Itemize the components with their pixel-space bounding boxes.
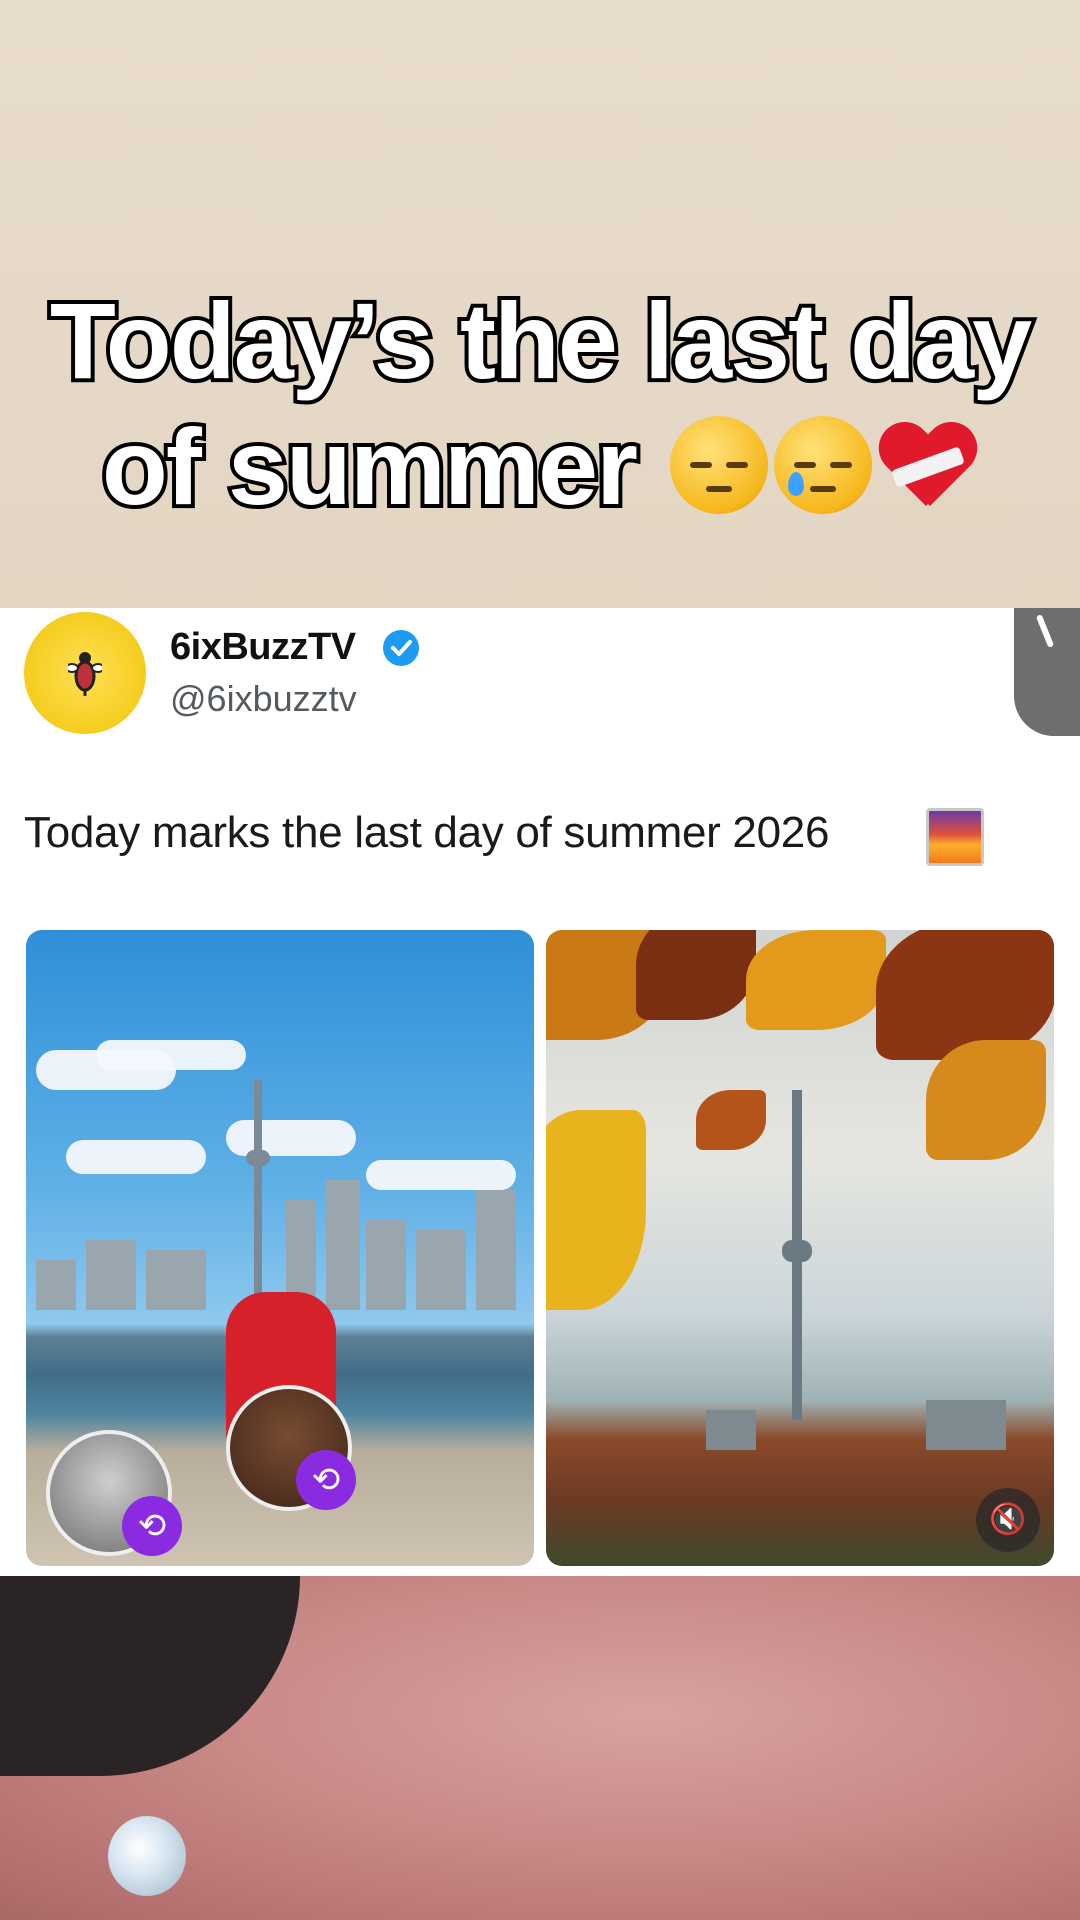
video-caption: Today’s the last day of summer	[20, 276, 1060, 531]
mute-icon[interactable]: 🔇	[976, 1488, 1040, 1552]
toronto-autumn-photo[interactable]: 🔇	[546, 930, 1054, 1566]
pensive-face-icon	[670, 416, 769, 514]
face-holding-back-tears-icon	[774, 416, 873, 514]
repost-icon[interactable]: ⟲	[122, 1496, 182, 1556]
mending-heart-icon	[878, 424, 978, 516]
sunrise-icon	[926, 808, 984, 866]
earring	[108, 1816, 186, 1896]
toronto-summer-photo[interactable]: ⟲ ⟲	[26, 930, 534, 1566]
overlay-tab[interactable]	[1014, 608, 1080, 736]
avatar[interactable]	[24, 612, 146, 734]
caption-line-2-wrap: of summer	[20, 402, 1060, 531]
caption-line-1: Today’s the last day	[46, 276, 1036, 405]
repost-icon[interactable]: ⟲	[296, 1450, 356, 1510]
bee-logo-icon	[68, 652, 102, 696]
display-name[interactable]: 6ixBuzzTV	[170, 626, 356, 669]
verified-badge-icon	[383, 630, 419, 666]
user-handle[interactable]: @6ixbuzztv	[170, 678, 357, 720]
tweet-text: Today marks the last day of summer 2026	[24, 808, 830, 857]
caption-line-2: of summer	[98, 402, 642, 531]
